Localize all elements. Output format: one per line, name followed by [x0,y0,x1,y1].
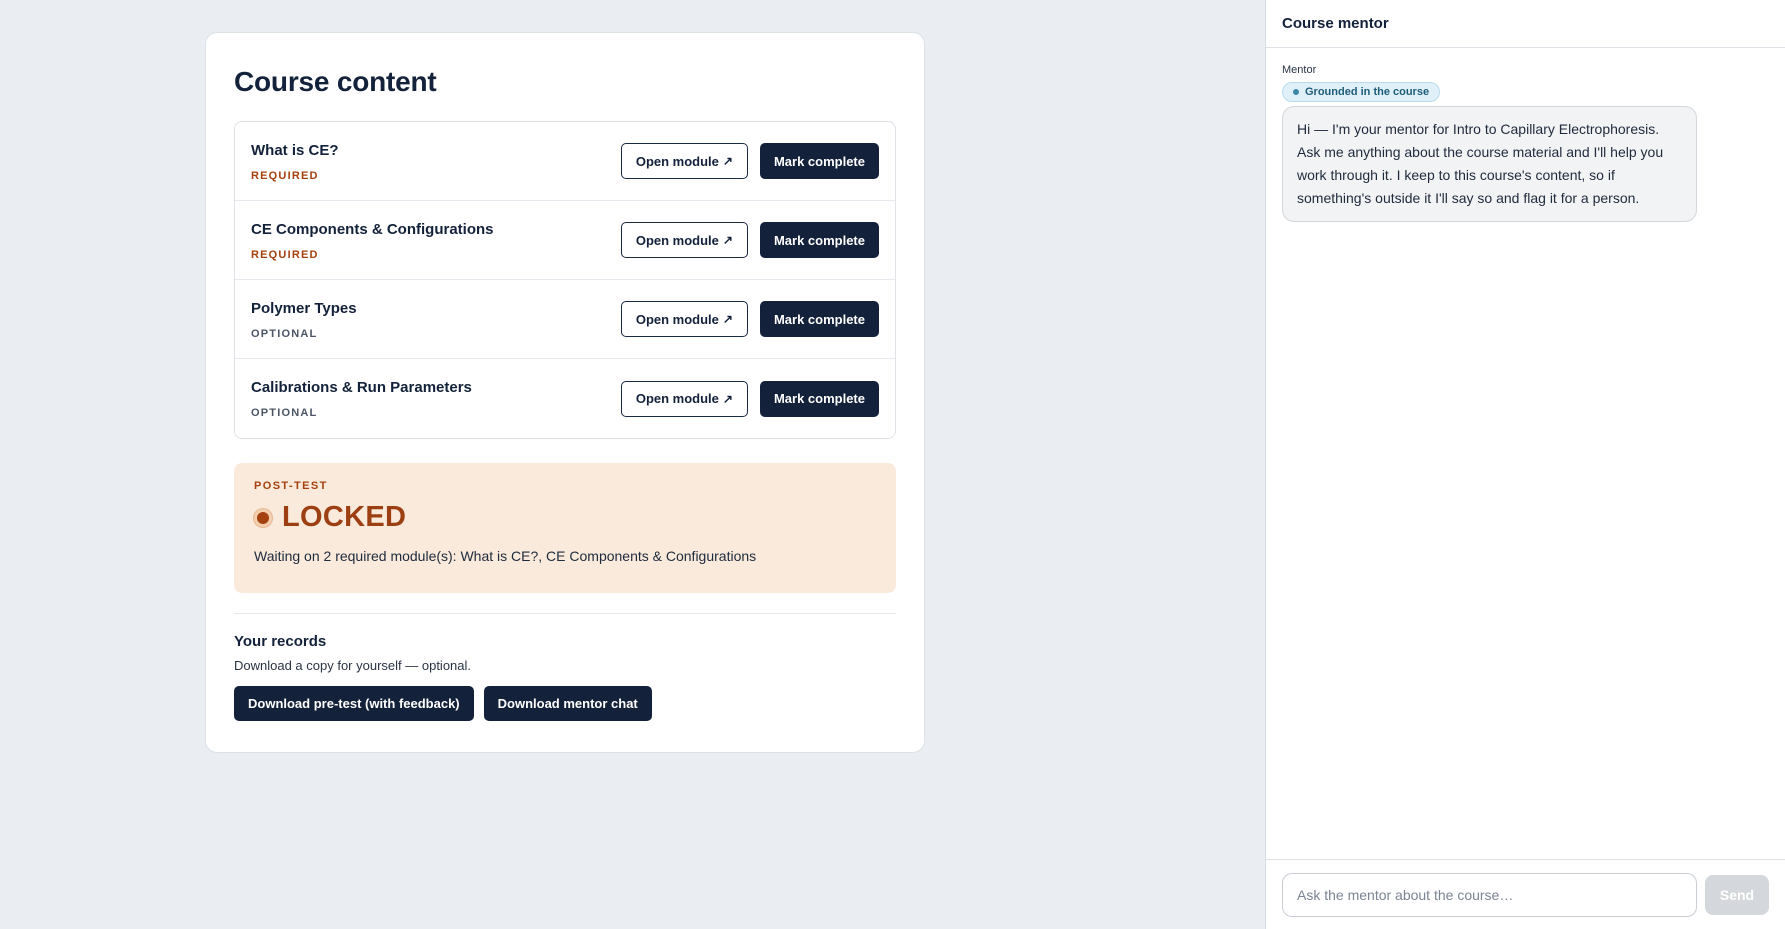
records-actions: Download pre-test (with feedback) Downlo… [234,686,896,721]
module-title: What is CE? [251,141,339,159]
post-test-panel: POST-TEST LOCKED Waiting on 2 required m… [234,463,896,593]
module-title: CE Components & Configurations [251,220,494,238]
records-subtitle: Download a copy for yourself — optional. [234,658,472,673]
module-actions: Open module ↗ Mark complete [620,222,879,258]
module-actions: Open module ↗ Mark complete [620,301,879,337]
chat-input[interactable] [1282,872,1697,917]
open-module-button[interactable]: Open module ↗ [620,380,748,417]
mentor-panel: Course mentor Mentor Grounded in the cou… [1265,0,1785,929]
sender-label: Mentor [1282,64,1317,76]
mark-complete-button[interactable]: Mark complete [759,380,879,417]
arrow-up-right-icon: ↗ [722,233,733,247]
send-button[interactable]: Send [1705,874,1769,915]
module-row-ce-components: CE Components & Configurations REQUIRED … [235,201,895,280]
locked-status-text: LOCKED [282,501,407,533]
module-info: Polymer Types OPTIONAL [251,299,357,340]
open-module-label: Open module [635,153,719,169]
module-title: Calibrations & Run Parameters [251,379,472,396]
grounded-badge-label: Grounded in the course [1305,86,1430,98]
open-module-button[interactable]: Open module ↗ [620,143,748,179]
course-content-card: Course content What is CE? REQUIRED Open… [205,32,925,753]
mark-complete-button[interactable]: Mark complete [759,222,879,258]
module-title: Polymer Types [251,299,357,317]
locked-status: LOCKED [254,501,876,534]
open-module-button[interactable]: Open module ↗ [620,222,748,258]
module-info: Calibrations & Run Parameters OPTIONAL [251,378,472,419]
waiting-message: Waiting on 2 required module(s): What is… [254,548,757,564]
post-test-label: POST-TEST [254,480,328,492]
open-module-label: Open module [635,232,719,248]
badge-dot-icon [1293,89,1299,95]
records-title: Your records [234,633,327,650]
module-row-polymer-types: Polymer Types OPTIONAL Open module ↗ Mar… [235,280,895,359]
mark-complete-button[interactable]: Mark complete [759,301,879,337]
required-tag: REQUIRED [251,169,319,182]
download-pretest-button[interactable]: Download pre-test (with feedback) [234,686,474,721]
mark-complete-button[interactable]: Mark complete [759,143,879,179]
open-module-label: Open module [635,391,719,406]
module-actions: Open module ↗ Mark complete [620,380,879,417]
optional-tag: OPTIONAL [251,327,318,340]
divider [234,613,896,614]
arrow-up-right-icon: ↗ [722,391,733,406]
module-row-what-is-ce: What is CE? REQUIRED Open module ↗ Mark … [235,122,895,201]
download-mentor-chat-button[interactable]: Download mentor chat [483,686,652,721]
mentor-header: Course mentor [1266,0,1785,48]
page-title: Course content [234,66,437,97]
arrow-up-right-icon: ↗ [722,312,733,326]
module-actions: Open module ↗ Mark complete [620,143,879,179]
optional-tag: OPTIONAL [251,407,318,419]
status-dot-icon [254,508,272,527]
module-info: CE Components & Configurations REQUIRED [251,220,494,261]
arrow-up-right-icon: ↗ [722,154,733,168]
main-area: Course content What is CE? REQUIRED Open… [0,0,1265,929]
module-list: What is CE? REQUIRED Open module ↗ Mark … [234,121,896,439]
mentor-message-bubble: Hi — I'm your mentor for Intro to Capill… [1282,106,1697,222]
module-info: What is CE? REQUIRED [251,141,339,182]
module-row-calibrations: Calibrations & Run Parameters OPTIONAL O… [235,359,895,438]
chat-thread: Mentor Grounded in the course Hi — I'm y… [1266,48,1785,238]
chat-composer: Send [1266,859,1785,929]
open-module-button[interactable]: Open module ↗ [620,301,748,337]
required-tag: REQUIRED [251,248,319,261]
grounded-badge: Grounded in the course [1282,82,1441,102]
open-module-label: Open module [635,311,719,327]
